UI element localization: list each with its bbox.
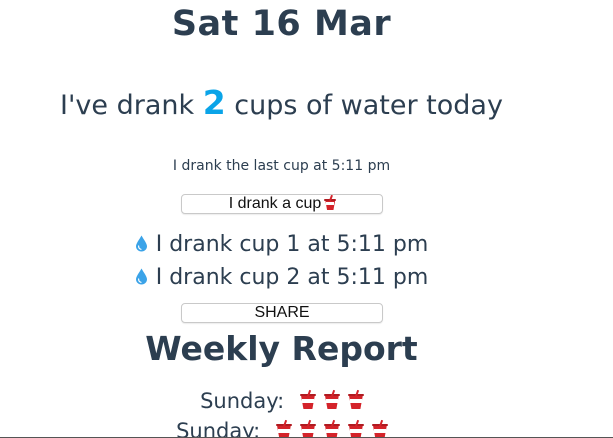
last-cup-text: I drank the last cup at 5:11 pm [172,158,391,174]
report-day-row: Sunday: [0,386,563,416]
cups-count: 2 [202,83,226,122]
share-button[interactable]: SHARE [181,303,383,323]
weekly-report: Sunday: Sunday: [0,386,563,438]
tropical-drink-cup-icon [347,419,364,438]
tropical-drink-cup-icon [299,389,316,409]
report-day-label: Sunday: [176,419,261,438]
share-button-label: SHARE [254,304,310,321]
tropical-drink-cup-icon [324,194,337,210]
tropical-drink-cup-icon [299,419,316,438]
log-item: I drank cup 2 at 5:11 pm [0,261,563,294]
drink-cup-button[interactable]: I drank a cup [181,194,383,214]
tropical-drink-cup-icon [347,389,364,409]
tropical-drink-cup-icon [323,419,340,438]
cups-summary-prefix: I've drank [60,90,195,121]
report-day-cups [267,419,388,438]
tropical-drink-cup-icon [323,389,340,409]
log-item: I drank cup 1 at 5:11 pm [0,228,563,261]
droplet-icon [135,268,147,285]
drink-cup-button-label: I drank a cup [228,195,322,212]
page-title: Sat 16 Mar [171,4,392,44]
log-item-text: I drank cup 2 at 5:11 pm [155,265,429,290]
cups-summary: I've drank 2 cups of water today [0,83,563,122]
cups-summary-suffix: cups of water today [234,90,503,121]
water-tracker-app: Sat 16 Mar I've drank 2 cups of water to… [0,0,563,438]
tropical-drink-cup-icon [275,419,292,438]
tropical-drink-cup-icon [371,419,388,438]
report-day-row: Sunday: [0,416,563,438]
report-day-cups [291,389,364,413]
droplet-icon [135,235,147,252]
report-day-label: Sunday: [200,389,285,413]
cup-log: I drank cup 1 at 5:11 pm I drank cup 2 a… [0,228,563,294]
log-item-text: I drank cup 1 at 5:11 pm [155,232,429,257]
weekly-report-title: Weekly Report [145,329,418,368]
